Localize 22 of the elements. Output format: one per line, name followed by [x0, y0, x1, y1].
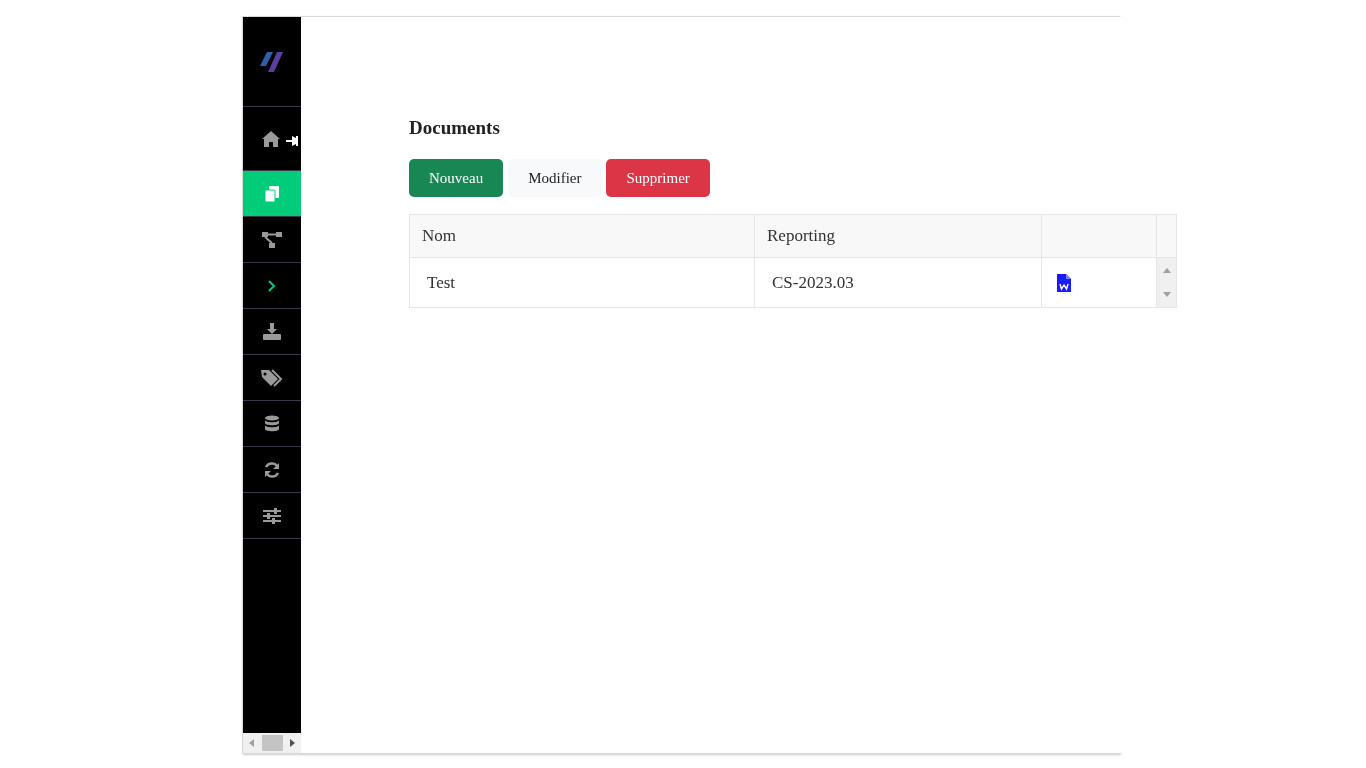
scroll-right-icon[interactable]: [290, 739, 296, 747]
table-cell: Test: [410, 258, 755, 307]
page-title: Documents: [409, 117, 501, 139]
column-header[interactable]: Nom: [410, 215, 755, 258]
horizontal-scrollbar[interactable]: [243, 733, 301, 753]
sitemap-icon: [261, 230, 283, 249]
chevron-icon: [268, 279, 276, 292]
tags-icon: [260, 368, 284, 387]
word-document-icon[interactable]: [1057, 273, 1071, 292]
download-icon: [263, 323, 281, 340]
sidebar-item[interactable]: [243, 171, 301, 217]
home-icon: [261, 129, 301, 148]
sliders-icon: [263, 507, 281, 524]
scroll-thumb[interactable]: [262, 735, 283, 751]
sync-icon: [263, 460, 281, 479]
database-icon: [264, 414, 280, 433]
delete-button[interactable]: Supprimer: [606, 159, 710, 197]
copy-icon: [264, 184, 280, 203]
table-cell: CS-2023.03: [755, 258, 1042, 307]
new-button[interactable]: Nouveau: [409, 159, 504, 197]
column-header[interactable]: Reporting: [755, 215, 1042, 258]
edit-button[interactable]: Modifier: [508, 159, 602, 197]
